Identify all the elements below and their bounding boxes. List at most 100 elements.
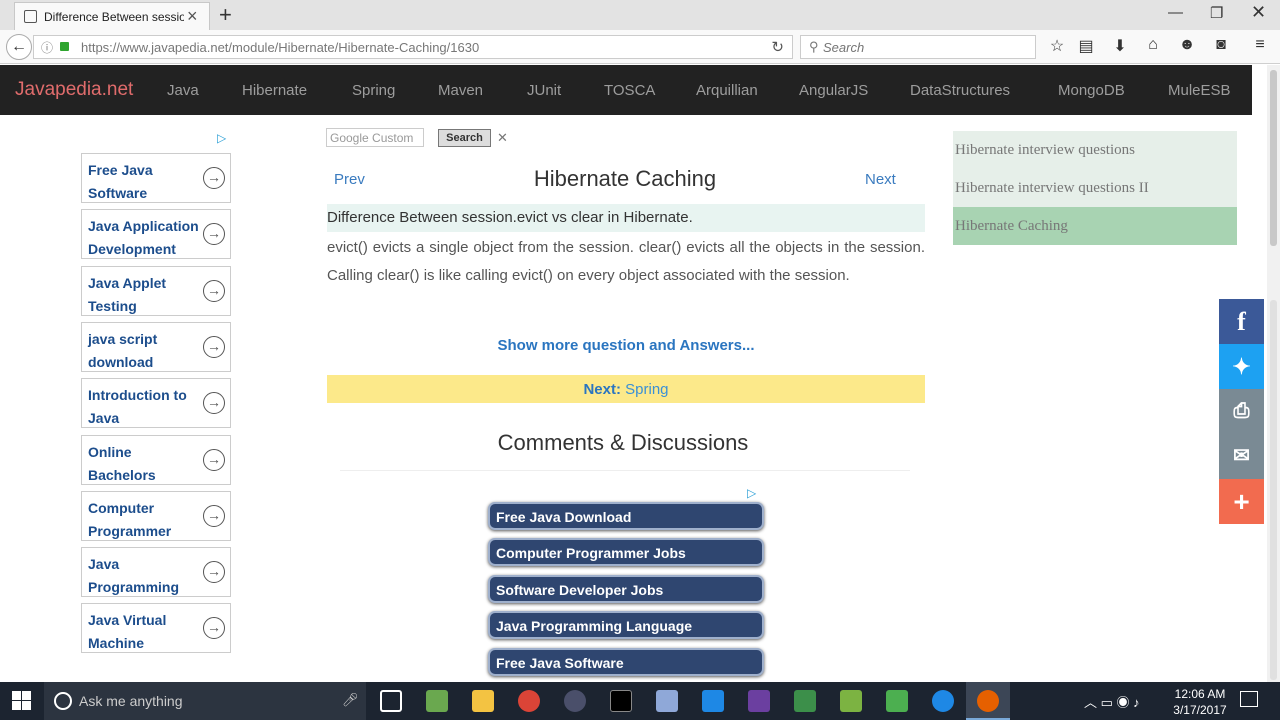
nav-java[interactable]: Java xyxy=(167,82,199,99)
bottom-ad-button[interactable]: Java Programming Language xyxy=(488,611,764,639)
app-icon[interactable] xyxy=(426,690,448,712)
app-icon[interactable] xyxy=(702,690,724,712)
app-icon[interactable] xyxy=(794,690,816,712)
clock-date: 3/17/2017 xyxy=(1173,703,1227,717)
app-icon[interactable] xyxy=(886,690,908,712)
cortana-search-text: Ask me anything xyxy=(79,693,183,709)
sidebar-item[interactable]: Hibernate interview questions xyxy=(953,131,1237,169)
bottom-ad-button[interactable]: Free Java Software xyxy=(488,648,764,676)
next-link[interactable]: Next xyxy=(865,171,896,188)
firefox-icon[interactable] xyxy=(977,690,999,712)
left-ad[interactable]: Java Programming → xyxy=(81,547,231,597)
nav-datastructures[interactable]: DataStructures xyxy=(910,82,1010,99)
browser-search-box[interactable]: ⚲ xyxy=(800,35,1036,59)
nav-maven[interactable]: Maven xyxy=(438,82,483,99)
left-ad[interactable]: Java Application Development → xyxy=(81,209,231,259)
reading-list-icon[interactable]: ▤ xyxy=(1076,36,1096,56)
page-title: Hibernate Caching xyxy=(533,166,717,191)
file-explorer-icon[interactable] xyxy=(472,690,494,712)
arrow-right-icon: → xyxy=(203,561,225,583)
pocket-icon[interactable]: ◙ xyxy=(1211,36,1231,54)
system-tray[interactable]: ︿ ▭ ◉ ♪ xyxy=(1084,692,1140,711)
arrow-right-icon: → xyxy=(203,449,225,471)
windows-start-icon[interactable] xyxy=(12,691,32,711)
microphone-icon[interactable]: 🎤︎ xyxy=(342,692,359,708)
visual-studio-icon[interactable] xyxy=(748,690,770,712)
bottom-ad-button[interactable]: Software Developer Jobs xyxy=(488,575,764,603)
google-custom-search-input[interactable]: Google Custom xyxy=(326,128,424,147)
eclipse-icon[interactable] xyxy=(564,690,586,712)
left-ad[interactable]: Java Applet Testing → xyxy=(81,266,231,316)
more-icon[interactable]: + xyxy=(1219,479,1264,524)
address-bar[interactable]: ⓘ https://www.javapedia.net/module/Hiber… xyxy=(33,35,793,59)
search-icon: ⚲ xyxy=(809,39,819,54)
chrome-icon[interactable] xyxy=(518,690,540,712)
ad-label: Java Virtual Machine xyxy=(88,612,167,651)
prev-link[interactable]: Prev xyxy=(334,171,365,188)
cortana-search[interactable]: Ask me anything 🎤︎ xyxy=(44,682,366,720)
restore-icon[interactable]: ❐ xyxy=(1210,4,1223,22)
google-search-button[interactable]: Search xyxy=(438,129,491,147)
browser-tab[interactable]: Difference Between sessio... × xyxy=(14,2,210,30)
left-ad[interactable]: Free Java Software → xyxy=(81,153,231,203)
site-logo[interactable]: Javapedia.net xyxy=(15,79,133,101)
bottom-ad-button[interactable]: Computer Programmer Jobs xyxy=(488,538,764,566)
left-ad[interactable]: Computer Programmer → xyxy=(81,491,231,541)
reload-icon[interactable]: ↻ xyxy=(771,38,784,56)
close-tab-icon[interactable]: × xyxy=(187,6,198,27)
ad-label: Java Application Development xyxy=(88,218,199,257)
comments-heading: Comments & Discussions xyxy=(497,430,749,455)
left-ad[interactable]: Java Virtual Machine → xyxy=(81,603,231,653)
scrollbar-thumb[interactable] xyxy=(1270,70,1277,246)
url-text[interactable]: https://www.javapedia.net/module/Hiberna… xyxy=(81,40,479,55)
left-ad[interactable]: Online Bachelors → xyxy=(81,435,231,485)
nav-arquillian[interactable]: Arquillian xyxy=(696,82,758,99)
minimize-icon[interactable]: — xyxy=(1168,4,1183,21)
new-tab-icon[interactable]: + xyxy=(219,2,232,28)
arrow-right-icon: → xyxy=(203,167,225,189)
twitter-icon[interactable]: ✦ xyxy=(1219,344,1264,389)
app-icon[interactable] xyxy=(840,690,862,712)
arrow-right-icon: → xyxy=(203,505,225,527)
chat-icon[interactable]: ☻ xyxy=(1177,36,1197,54)
nav-angularjs[interactable]: AngularJS xyxy=(799,82,868,99)
nav-hibernate[interactable]: Hibernate xyxy=(242,82,307,99)
nav-spring[interactable]: Spring xyxy=(352,82,395,99)
sidebar-item-active[interactable]: Hibernate Caching xyxy=(953,207,1237,245)
show-more-link[interactable]: Show more question and Answers... xyxy=(327,337,925,354)
close-window-icon[interactable]: ✕ xyxy=(1251,2,1266,23)
page-icon xyxy=(24,10,37,23)
nav-junit[interactable]: JUnit xyxy=(527,82,561,99)
nav-muleesb[interactable]: MuleESB xyxy=(1168,82,1231,99)
terminal-icon[interactable] xyxy=(610,690,632,712)
info-icon[interactable]: ⓘ xyxy=(41,39,53,56)
notifications-icon[interactable] xyxy=(1240,691,1258,707)
ad-label: Java Programming xyxy=(88,556,180,595)
edge-icon[interactable] xyxy=(932,690,954,712)
back-icon[interactable]: ← xyxy=(6,34,32,60)
home-icon[interactable]: ⌂ xyxy=(1143,36,1163,54)
email-icon[interactable]: ✉ xyxy=(1219,434,1264,479)
adchoices-icon[interactable]: ▷ xyxy=(747,486,756,500)
download-icon[interactable]: ⬇ xyxy=(1110,36,1130,56)
bookmark-star-icon[interactable]: ☆ xyxy=(1047,36,1067,56)
clock[interactable]: 12:06 AM 3/17/2017 xyxy=(1170,686,1230,718)
question-text: Difference Between session.evict vs clea… xyxy=(327,204,925,232)
task-view-icon[interactable] xyxy=(380,690,402,712)
browser-search-input[interactable] xyxy=(823,38,1023,56)
clear-search-icon[interactable]: ✕ xyxy=(497,130,508,146)
adchoices-icon[interactable]: ▷ xyxy=(217,131,226,145)
menu-icon[interactable]: ≡ xyxy=(1250,36,1270,54)
url-domain: https://www.javapedia.net xyxy=(81,40,229,55)
left-ad[interactable]: Introduction to Java → xyxy=(81,378,231,428)
bottom-ad-button[interactable]: Free Java Download xyxy=(488,502,764,530)
arrow-right-icon: → xyxy=(203,223,225,245)
facebook-icon[interactable]: f xyxy=(1219,299,1264,344)
next-topic-link[interactable]: Spring xyxy=(625,381,668,398)
nav-tosca[interactable]: TOSCA xyxy=(604,82,655,99)
app-icon[interactable] xyxy=(656,690,678,712)
nav-mongodb[interactable]: MongoDB xyxy=(1058,82,1125,99)
sidebar-item[interactable]: Hibernate interview questions II xyxy=(953,169,1237,207)
print-icon[interactable]: ⎙ xyxy=(1219,389,1264,434)
left-ad[interactable]: java script download → xyxy=(81,322,231,372)
